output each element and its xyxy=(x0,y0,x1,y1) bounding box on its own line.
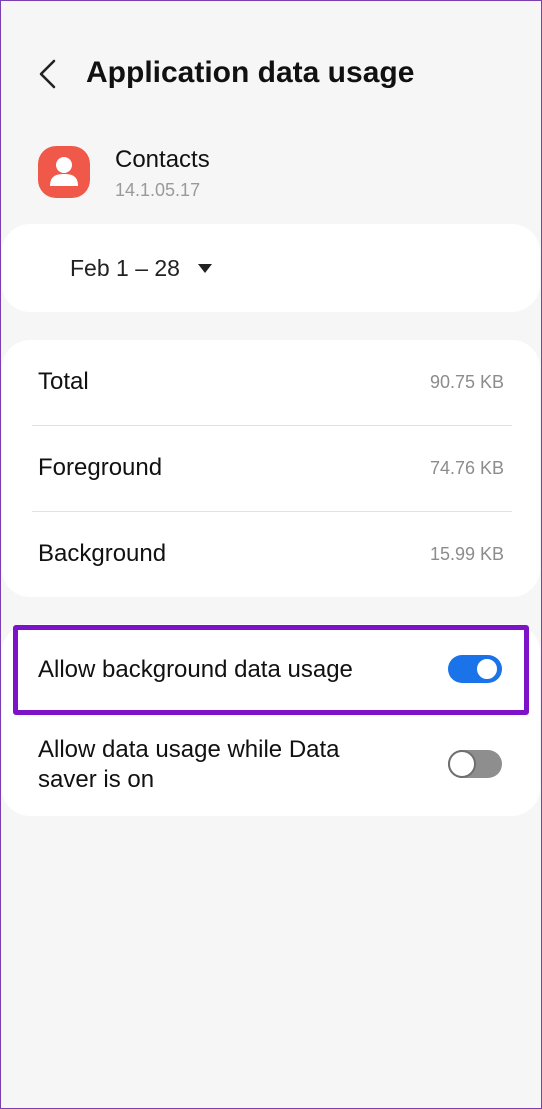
toggle-row-background-data[interactable]: Allow background data usage xyxy=(2,624,540,716)
usage-row-total: Total 90.75 KB xyxy=(2,340,540,425)
background-data-switch[interactable] xyxy=(448,655,502,683)
app-info: Contacts 14.1.05.17 xyxy=(0,140,542,210)
usage-value: 74.76 KB xyxy=(429,458,504,478)
usage-value: 90.75 KB xyxy=(429,372,504,392)
date-range-dropdown[interactable]: Feb 1 – 28 xyxy=(62,244,220,292)
date-range-card: Feb 1 – 28 xyxy=(2,224,540,312)
switch-knob xyxy=(448,750,476,778)
app-bar: Application data usage xyxy=(0,44,542,104)
date-range-label: Feb 1 – 28 xyxy=(70,254,180,281)
app-version: 14.1.05.17 xyxy=(115,180,201,200)
usage-label: Total xyxy=(38,368,89,395)
app-name: Contacts xyxy=(115,146,210,173)
usage-row-foreground: Foreground 74.76 KB xyxy=(2,426,540,511)
page-title: Application data usage xyxy=(86,56,415,89)
usage-label: Foreground xyxy=(38,454,163,481)
toggle-card: Allow background data usage Allow data u… xyxy=(2,624,540,816)
usage-value: 15.99 KB xyxy=(429,544,504,564)
chevron-left-icon xyxy=(39,59,56,89)
toggle-row-data-saver[interactable]: Allow data usage while Data saver is on xyxy=(2,716,540,816)
usage-row-background: Background 15.99 KB xyxy=(2,512,540,597)
toggle-label: Allow background data usage xyxy=(38,656,353,683)
toggle-label: Allow data usage while Data saver is on xyxy=(38,736,340,793)
data-saver-switch[interactable] xyxy=(448,750,502,778)
back-button[interactable] xyxy=(28,54,68,94)
switch-knob xyxy=(475,657,499,681)
usage-card: Total 90.75 KB Foreground 74.76 KB Backg… xyxy=(2,340,540,597)
usage-label: Background xyxy=(38,540,167,567)
dropdown-triangle-icon xyxy=(197,263,212,273)
contacts-person-icon xyxy=(38,146,90,198)
